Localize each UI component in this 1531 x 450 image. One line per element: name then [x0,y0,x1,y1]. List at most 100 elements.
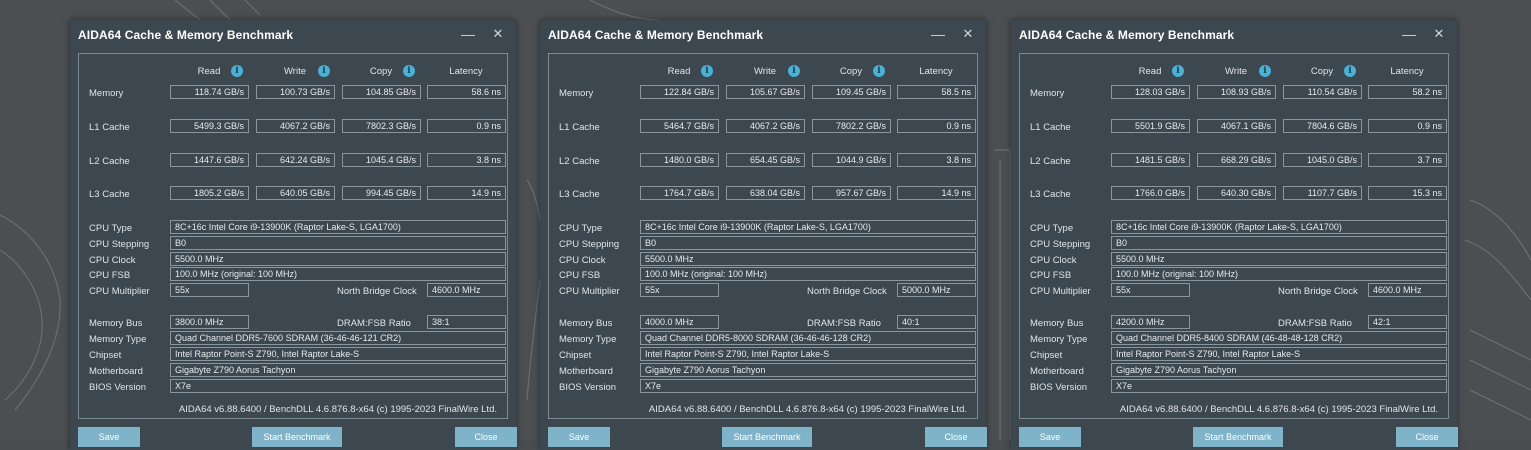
benchmark-window: AIDA64 Cache & Memory Benchmark — ✕ Read… [1011,20,1458,450]
start-benchmark-button[interactable]: Start Benchmark [252,427,342,447]
info-icon[interactable]: i [403,65,415,77]
info-icon[interactable]: i [1259,65,1271,77]
dram-fsb-value: 40:1 [897,315,976,329]
l1-label: L1 Cache [559,122,600,133]
memory-bus-label: Memory Bus [89,318,143,329]
close-icon[interactable]: ✕ [958,24,978,44]
memory-latency: 58.5 ns [897,85,976,99]
close-icon[interactable]: ✕ [1429,24,1449,44]
start-benchmark-button[interactable]: Start Benchmark [1193,427,1283,447]
chipset-label: Chipset [559,350,592,361]
dram-fsb-value: 38:1 [427,315,506,329]
results-panel: Read i Write i Copy i Latency Memory 118… [78,53,508,419]
north-bridge-clock-label: North Bridge Clock [1278,286,1358,297]
memory-write: 100.73 GB/s [256,85,335,99]
memory-latency: 58.2 ns [1368,85,1447,99]
info-icon[interactable]: i [1172,65,1184,77]
close-button[interactable]: Close [925,427,987,447]
title-bar[interactable]: AIDA64 Cache & Memory Benchmark — ✕ [70,20,516,50]
north-bridge-clock-value: 4600.0 MHz [427,283,506,297]
info-icon[interactable]: i [788,65,800,77]
chipset-value: Intel Raptor Point-S Z790, Intel Raptor … [640,347,976,361]
l1-read: 5501.9 GB/s [1111,119,1190,133]
dram-fsb-label: DRAM:FSB Ratio [1278,318,1352,329]
l1-copy: 7802.3 GB/s [342,119,421,133]
north-bridge-clock-label: North Bridge Clock [337,286,417,297]
title-bar[interactable]: AIDA64 Cache & Memory Benchmark — ✕ [540,20,986,50]
cpu-stepping-label: CPU Stepping [89,239,150,250]
l2-label: L2 Cache [1030,156,1071,167]
start-benchmark-button[interactable]: Start Benchmark [722,427,812,447]
save-button[interactable]: Save [548,427,610,447]
motherboard-value: Gigabyte Z790 Aorus Tachyon [640,363,976,377]
benchmark-window: AIDA64 Cache & Memory Benchmark — ✕ Read… [70,20,517,450]
memory-type-value: Quad Channel DDR5-8000 SDRAM (36-46-46-1… [640,331,976,345]
chipset-label: Chipset [89,350,122,361]
memory-type-value: Quad Channel DDR5-7600 SDRAM (36-46-46-1… [170,331,506,345]
l2-latency: 3.7 ns [1368,153,1447,167]
memory-copy: 109.45 GB/s [812,85,891,99]
cpu-stepping-label: CPU Stepping [1030,239,1091,250]
l2-read: 1480.0 GB/s [640,153,719,167]
cpu-fsb-label: CPU FSB [559,270,601,281]
minimize-icon[interactable]: — [928,24,948,44]
cpu-multiplier-label: CPU Multiplier [559,286,620,297]
memory-bus-label: Memory Bus [559,318,613,329]
cpu-fsb-value: 100.0 MHz (original: 100 MHz) [1111,267,1447,281]
l2-copy: 1044.9 GB/s [812,153,891,167]
save-button[interactable]: Save [1019,427,1081,447]
l2-label: L2 Cache [559,156,600,167]
close-button[interactable]: Close [1396,427,1458,447]
l1-copy: 7804.6 GB/s [1283,119,1362,133]
info-icon[interactable]: i [231,65,243,77]
memory-type-label: Memory Type [89,334,147,345]
cpu-type-label: CPU Type [89,223,133,234]
l3-copy: 1107.7 GB/s [1283,186,1362,200]
close-button[interactable]: Close [455,427,517,447]
cpu-stepping-value: B0 [1111,236,1447,250]
l3-label: L3 Cache [89,189,130,200]
minimize-icon[interactable]: — [458,24,478,44]
l3-read: 1805.2 GB/s [170,186,249,200]
close-icon[interactable]: ✕ [488,24,508,44]
l2-write: 654.45 GB/s [726,153,805,167]
info-icon[interactable]: i [873,65,885,77]
l2-latency: 3.8 ns [897,153,976,167]
l3-latency: 15.3 ns [1368,186,1447,200]
memory-bus-value: 4000.0 MHz [640,315,719,329]
info-icon[interactable]: i [318,65,330,77]
info-icon[interactable]: i [701,65,713,77]
cpu-multiplier-label: CPU Multiplier [89,286,150,297]
l3-write: 640.05 GB/s [256,186,335,200]
minimize-icon[interactable]: — [1399,24,1419,44]
l3-copy: 994.45 GB/s [342,186,421,200]
l2-read: 1481.5 GB/s [1111,153,1190,167]
cpu-clock-label: CPU Clock [1030,255,1077,266]
l3-write: 640.30 GB/s [1197,186,1276,200]
cpu-type-label: CPU Type [559,223,603,234]
chipset-value: Intel Raptor Point-S Z790, Intel Raptor … [1111,347,1447,361]
cpu-clock-label: CPU Clock [559,255,606,266]
l2-latency: 3.8 ns [427,153,506,167]
memory-write: 108.93 GB/s [1197,85,1276,99]
memory-read: 128.03 GB/s [1111,85,1190,99]
l3-label: L3 Cache [1030,189,1071,200]
bios-value: X7e [640,379,976,393]
save-button[interactable]: Save [78,427,140,447]
memory-type-label: Memory Type [559,334,617,345]
cpu-clock-value: 5500.0 MHz [1111,252,1447,266]
bios-label: BIOS Version [89,382,147,393]
cpu-multiplier-value: 55x [640,283,719,297]
chipset-value: Intel Raptor Point-S Z790, Intel Raptor … [170,347,506,361]
title-bar[interactable]: AIDA64 Cache & Memory Benchmark — ✕ [1011,20,1457,50]
l2-label: L2 Cache [89,156,130,167]
cpu-clock-value: 5500.0 MHz [170,252,506,266]
window-title: AIDA64 Cache & Memory Benchmark [548,28,764,42]
info-icon[interactable]: i [1344,65,1356,77]
memory-bus-value: 4200.0 MHz [1111,315,1190,329]
latency-header: Latency [449,66,483,77]
cpu-clock-value: 5500.0 MHz [640,252,976,266]
motherboard-value: Gigabyte Z790 Aorus Tachyon [1111,363,1447,377]
cpu-type-value: 8C+16c Intel Core i9-13900K (Raptor Lake… [170,220,506,234]
l3-read: 1766.0 GB/s [1111,186,1190,200]
